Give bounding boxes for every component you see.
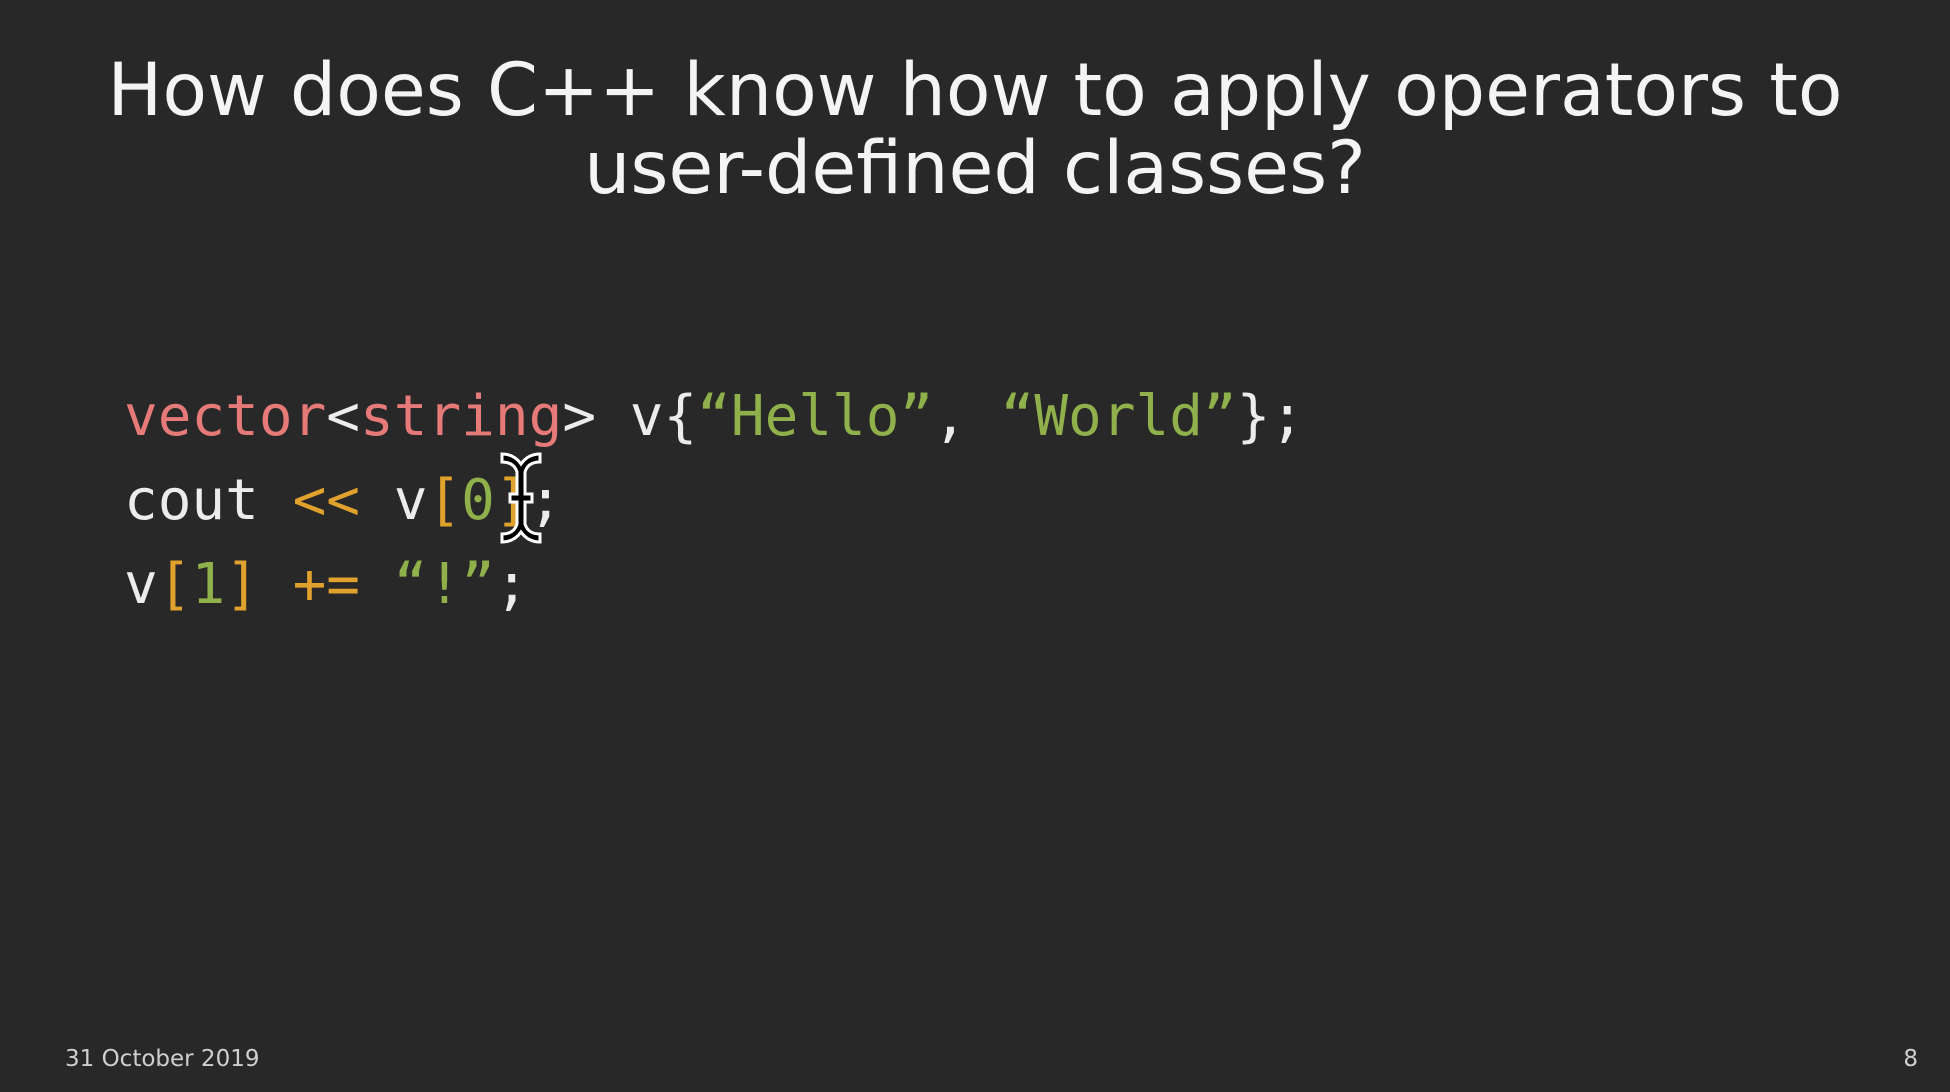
code-token: 1 <box>191 552 226 617</box>
code-token: ; <box>494 552 529 617</box>
code-token: v <box>124 552 158 617</box>
code-token: v <box>360 468 428 533</box>
code-token: , <box>933 384 1001 449</box>
code-token: [ <box>157 552 192 617</box>
code-token: vector <box>124 384 327 449</box>
slide-title-line-2: user-defined classes? <box>584 126 1366 211</box>
code-token: << <box>292 468 361 533</box>
code-token: > v{ <box>562 384 698 449</box>
code-token: 0 <box>461 468 495 533</box>
code-token: ] <box>225 552 259 617</box>
code-token: }; <box>1236 384 1305 449</box>
code-token: cout <box>124 468 293 533</box>
code-token: [ <box>427 468 462 533</box>
code-token: string <box>360 384 563 449</box>
code-token: “!” <box>393 552 495 617</box>
slide-title-line-1: How does C++ know how to apply operators… <box>107 48 1843 133</box>
text-ibeam-cursor-icon <box>500 452 542 544</box>
footer-date: 31 October 2019 <box>65 1046 260 1072</box>
code-token: += <box>292 552 361 617</box>
code-token: “Hello” <box>697 384 934 449</box>
code-line: cout << v[0]; <box>124 459 1304 543</box>
code-token: < <box>326 384 361 449</box>
code-line: v[1] += “!”; <box>124 543 1304 627</box>
code-token: “World” <box>1000 384 1237 449</box>
code-block: vector<string> v{“Hello”, “World”}; cout … <box>124 375 1304 627</box>
slide-title: How does C++ know how to apply operators… <box>0 52 1950 208</box>
code-line: vector<string> v{“Hello”, “World”}; <box>124 375 1304 459</box>
slide-number: 8 <box>1903 1046 1918 1072</box>
